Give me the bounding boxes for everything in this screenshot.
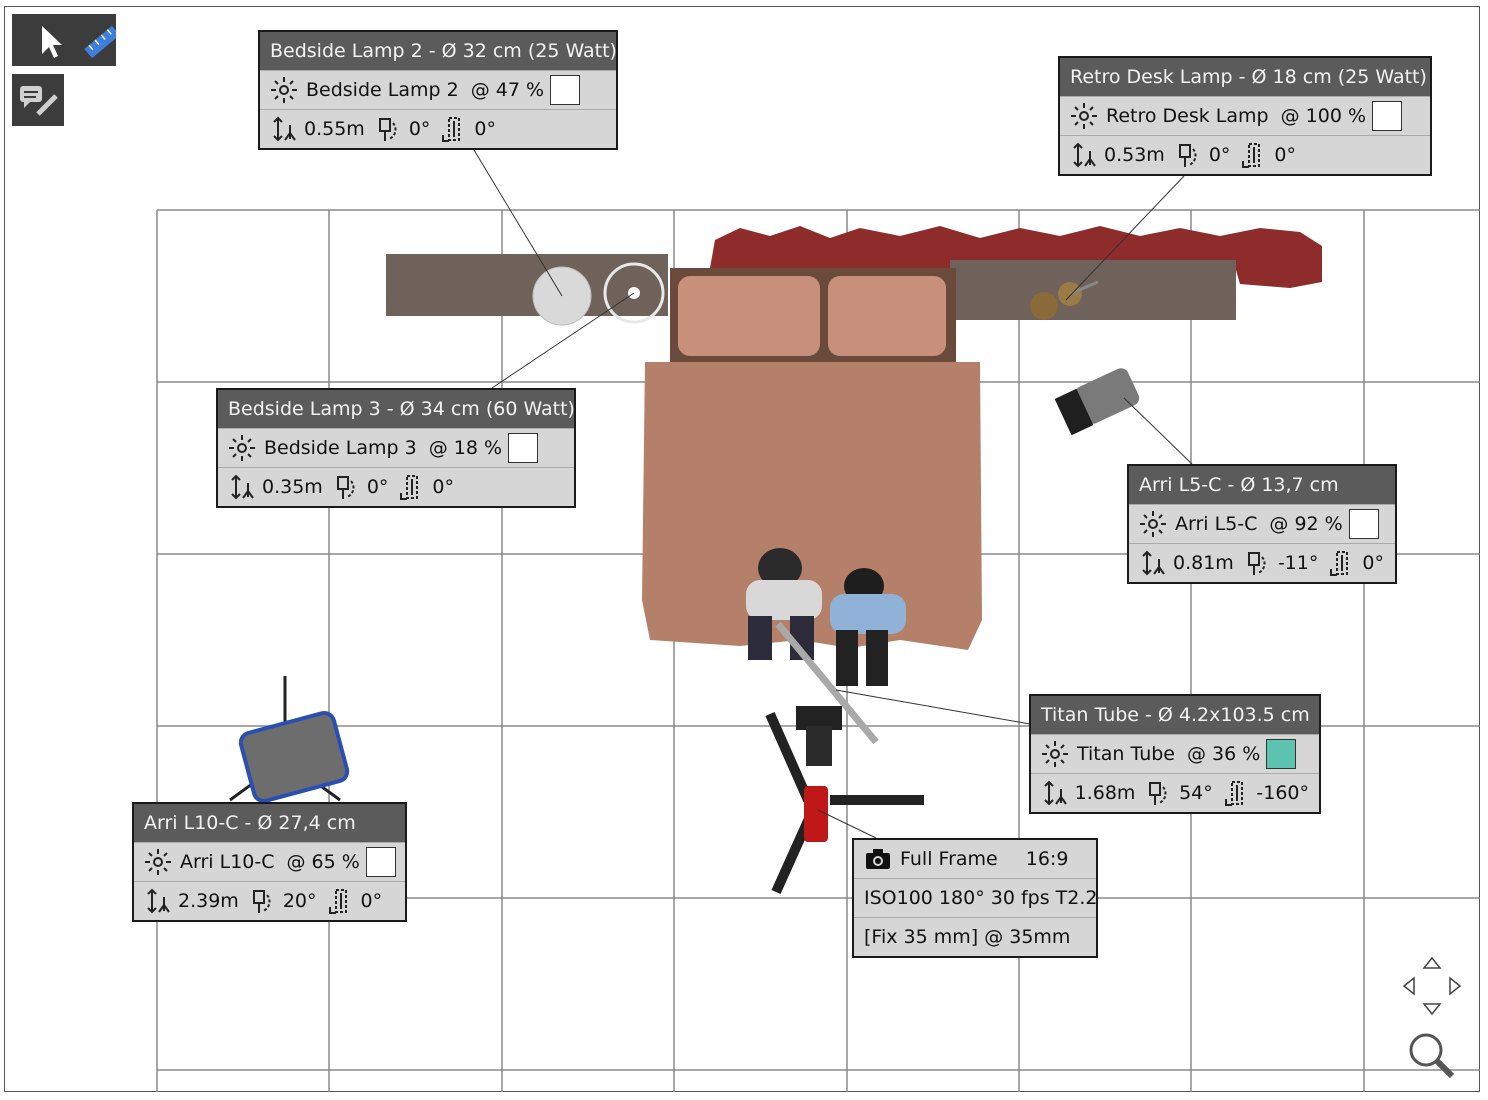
camera-lens[interactable]: [Fix 35 mm] @ 35mm — [854, 917, 1096, 956]
light-tilt[interactable]: 0° — [409, 110, 431, 148]
light-intensity[interactable]: @ 92 % — [1269, 505, 1342, 543]
light-color-swatch[interactable] — [1372, 101, 1403, 131]
height-stand-icon — [1073, 142, 1096, 168]
light-intensity[interactable]: @ 18 % — [429, 429, 502, 467]
light-sun-icon — [1042, 741, 1068, 767]
height-stand-icon — [147, 888, 170, 914]
arrow-pointer-icon — [42, 26, 62, 58]
light-pan[interactable]: 0° — [361, 882, 383, 920]
light-height[interactable]: 1.68m — [1075, 774, 1136, 812]
light-panel-retro-desk-lamp[interactable]: Retro Desk Lamp - Ø 18 cm (25 Watt) Retr… — [1058, 56, 1432, 176]
pan-icon — [328, 889, 347, 914]
light-panel-bedside-lamp-3[interactable]: Bedside Lamp 3 - Ø 34 cm (60 Watt) Bedsi… — [216, 388, 576, 508]
ruler-icon[interactable] — [84, 25, 120, 59]
left-nightstand — [386, 254, 668, 316]
light-color-swatch[interactable] — [550, 75, 580, 105]
light-name: Titan Tube — [1077, 743, 1175, 765]
light-color-swatch[interactable] — [1266, 739, 1297, 769]
light-intensity[interactable]: @ 47 % — [471, 71, 544, 109]
height-stand-icon — [231, 474, 254, 500]
light-color-swatch[interactable] — [508, 433, 538, 463]
pan-icon — [1224, 781, 1243, 806]
light-pan[interactable]: 0° — [1274, 136, 1296, 174]
light-color-swatch[interactable] — [365, 847, 396, 877]
tilt-icon — [1247, 552, 1266, 575]
light-intensity[interactable]: @ 100 % — [1281, 97, 1366, 135]
height-stand-icon — [273, 116, 296, 142]
pillow-right — [828, 276, 946, 356]
light-height[interactable]: 0.55m — [304, 110, 365, 148]
arri-l10c-fixture-icon[interactable] — [229, 676, 350, 803]
light-height[interactable]: 2.39m — [178, 882, 239, 920]
light-height[interactable]: 0.35m — [262, 468, 323, 506]
light-name: Arri L5-C — [1175, 513, 1258, 535]
height-stand-icon — [1044, 780, 1067, 806]
light-title: Bedside Lamp 3 - Ø 34 cm (60 Watt) — [218, 390, 575, 428]
light-intensity[interactable]: @ 36 % — [1187, 735, 1260, 773]
toolbar-group — [12, 14, 120, 66]
tilt-icon — [1149, 782, 1167, 805]
camera-sensor[interactable]: Full Frame — [900, 840, 998, 878]
zoom-control[interactable] — [1404, 1028, 1460, 1084]
light-sun-icon — [229, 435, 255, 461]
pan-control[interactable] — [1400, 954, 1464, 1018]
light-pan[interactable]: 0° — [1362, 544, 1384, 582]
light-panel-arri-l5c[interactable]: Arri L5-C - Ø 13,7 cm Arri L5-C @ 92 % 0… — [1127, 464, 1397, 584]
tilt-icon — [378, 118, 397, 141]
light-name: Bedside Lamp 2 — [306, 79, 459, 101]
arri-l5c-fixture-icon[interactable] — [1054, 366, 1142, 436]
light-title: Arri L10-C - Ø 27,4 cm — [134, 804, 405, 842]
pan-icon — [1242, 143, 1261, 168]
light-panel-arri-l10c[interactable]: Arri L10-C - Ø 27,4 cm Arri L10-C @ 65 %… — [132, 802, 407, 922]
light-color-swatch[interactable] — [1348, 509, 1379, 539]
light-panel-bedside-lamp-2[interactable]: Bedside Lamp 2 - Ø 32 cm (25 Watt) Bedsi… — [258, 30, 618, 150]
move-arrows-icon — [1402, 956, 1462, 1016]
light-tilt[interactable]: 54° — [1179, 774, 1213, 812]
camera-settings[interactable]: ISO100 180° 30 fps T2.2 — [854, 878, 1097, 917]
camera-aspect[interactable]: 16:9 — [1026, 840, 1069, 878]
light-title: Bedside Lamp 2 - Ø 32 cm (25 Watt) — [260, 32, 617, 70]
tilt-icon — [1178, 144, 1197, 167]
light-tilt[interactable]: 0° — [1209, 136, 1231, 174]
light-sun-icon — [145, 849, 171, 875]
light-intensity[interactable]: @ 65 % — [287, 843, 360, 881]
magnifier-icon — [1409, 1033, 1455, 1079]
right-nightstand — [950, 260, 1236, 320]
pillow-left — [678, 276, 820, 356]
light-name: Arri L10-C — [180, 851, 275, 873]
comment-edit-icon — [20, 86, 58, 116]
light-pan[interactable]: -160° — [1256, 774, 1309, 812]
light-panel-titan-tube[interactable]: Titan Tube - Ø 4.2x103.5 cm Titan Tube @… — [1029, 694, 1321, 814]
annotate-tool-button[interactable] — [12, 74, 64, 126]
light-pan[interactable]: 0° — [474, 110, 496, 148]
pan-icon — [1330, 551, 1349, 576]
camera-icon — [866, 849, 890, 869]
light-title: Titan Tube - Ø 4.2x103.5 cm — [1031, 696, 1319, 734]
light-sun-icon — [1071, 103, 1097, 129]
height-stand-icon — [1142, 550, 1165, 576]
light-height[interactable]: 0.81m — [1173, 544, 1234, 582]
light-title: Retro Desk Lamp - Ø 18 cm (25 Watt) — [1060, 58, 1430, 96]
pan-icon — [400, 475, 419, 500]
light-tilt[interactable]: 0° — [367, 468, 389, 506]
camera-panel[interactable]: Full Frame 16:9 ISO100 180° 30 fps T2.2 … — [852, 838, 1098, 958]
light-height[interactable]: 0.53m — [1104, 136, 1165, 174]
light-sun-icon — [271, 77, 297, 103]
light-tilt[interactable]: -11° — [1278, 544, 1319, 582]
tilt-icon — [252, 890, 271, 913]
select-tool-button[interactable] — [12, 14, 120, 66]
light-pan[interactable]: 0° — [432, 468, 454, 506]
light-tilt[interactable]: 20° — [283, 882, 317, 920]
light-name: Retro Desk Lamp — [1106, 105, 1269, 127]
tilt-icon — [336, 476, 355, 499]
light-title: Arri L5-C - Ø 13,7 cm — [1129, 466, 1395, 504]
pan-icon — [442, 117, 461, 142]
light-name: Bedside Lamp 3 — [264, 437, 417, 459]
light-sun-icon — [1140, 511, 1166, 537]
